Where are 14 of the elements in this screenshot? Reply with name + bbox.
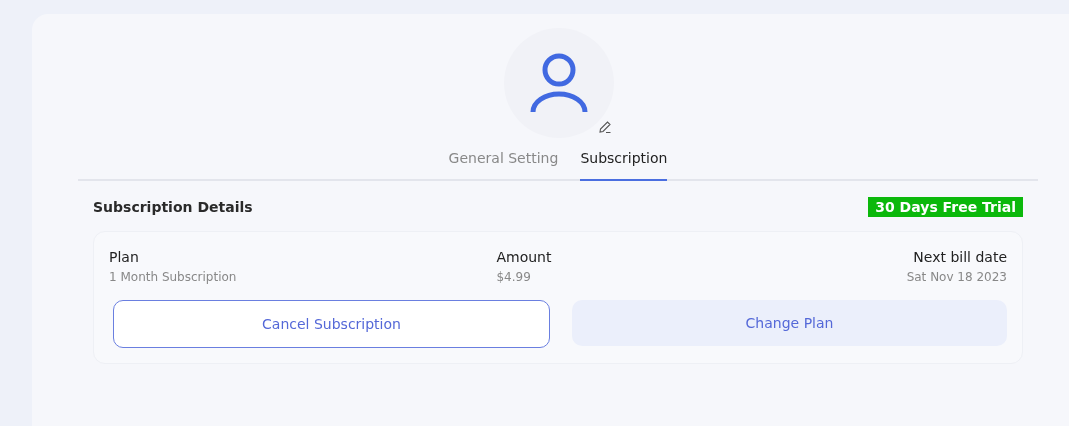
tab[interactable]: General Setting: [448, 144, 559, 181]
field-label: Amount: [496, 249, 552, 265]
section-title: Subscription Details: [93, 199, 253, 215]
cancel-button[interactable]: Cancel Subscription: [113, 300, 550, 348]
field-value: 1 Month Subscription: [109, 270, 237, 284]
field-value: $4.99: [496, 270, 532, 284]
field-value: Sat Nov 18 2023: [906, 270, 1007, 284]
edit-icon[interactable]: [598, 120, 612, 134]
field-label: Next bill date: [913, 249, 1007, 265]
tab[interactable]: Subscription: [580, 144, 668, 181]
field-label: Plan: [109, 249, 140, 265]
trial-badge: 30 Days Free Trial: [868, 197, 1023, 217]
user-icon: [529, 52, 589, 114]
change-plan-button[interactable]: Change Plan: [572, 300, 1007, 346]
